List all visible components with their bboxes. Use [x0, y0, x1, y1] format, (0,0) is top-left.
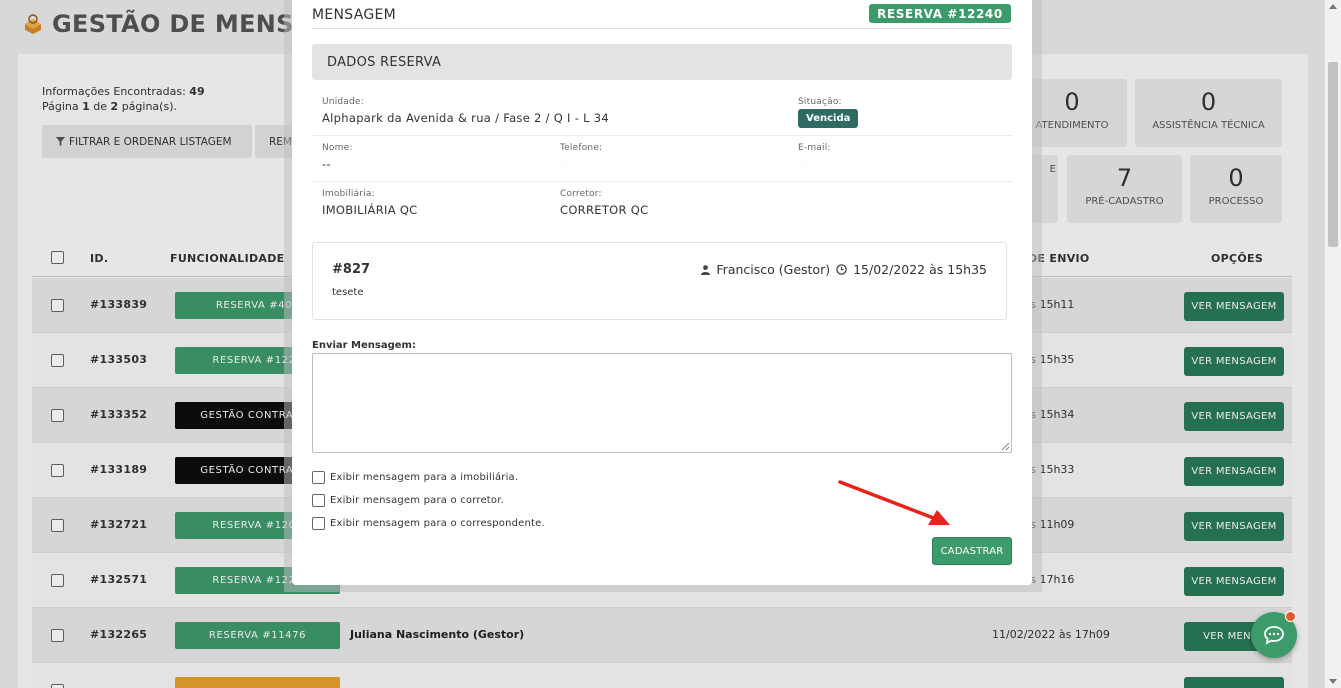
- message-text: tesete: [332, 287, 364, 298]
- checkbox-label: Exibir mensagem para o corretor.: [330, 495, 505, 506]
- unidade-label: Unidade:: [322, 97, 364, 107]
- submit-button[interactable]: CADASTRAR: [932, 537, 1012, 565]
- send-message-textarea[interactable]: [312, 353, 1012, 453]
- checkbox-label: Exibir mensagem para o correspondente.: [330, 518, 545, 529]
- resize-grip-icon[interactable]: [1000, 441, 1010, 451]
- send-message-label: Enviar Mensagem:: [312, 340, 416, 351]
- checkbox-label: Exibir mensagem para a imobiliária.: [330, 472, 519, 483]
- unidade-value: Alphapark da Avenida & rua / Fase 2 / Q …: [322, 111, 610, 125]
- message-card: #827 Francisco (Gestor) 15/02/2022 às 15…: [312, 242, 1007, 320]
- checkbox-correspondente[interactable]: Exibir mensagem para o correspondente.: [312, 517, 545, 530]
- nome-value: --: [322, 157, 331, 171]
- message-author: Francisco (Gestor): [716, 262, 831, 277]
- annotation-arrow-icon: [838, 480, 950, 525]
- reserva-badge[interactable]: RESERVA #12240: [869, 4, 1011, 23]
- section-dados-reserva: DADOS RESERVA: [312, 44, 1012, 80]
- checkbox-box[interactable]: [312, 471, 325, 484]
- message-meta: Francisco (Gestor) 15/02/2022 às 15h35: [701, 262, 987, 277]
- message-datetime: 15/02/2022 às 15h35: [853, 262, 987, 277]
- imobiliaria-label: Imobiliária:: [322, 189, 375, 199]
- corretor-label: Corretor:: [560, 189, 602, 199]
- checkbox-corretor[interactable]: Exibir mensagem para o corretor.: [312, 494, 504, 507]
- nome-label: Nome:: [322, 143, 353, 153]
- page-scrollbar[interactable]: [1324, 0, 1341, 688]
- checkbox-imobiliaria[interactable]: Exibir mensagem para a imobiliária.: [312, 471, 518, 484]
- checkbox-box[interactable]: [312, 517, 325, 530]
- modal-title-divider: [312, 28, 1012, 29]
- status-badge: Vencida: [798, 109, 859, 128]
- clock-icon: [836, 264, 847, 275]
- scroll-down-icon[interactable]: [1329, 679, 1337, 684]
- message-id: #827: [332, 262, 371, 277]
- telefone-value: --: [560, 157, 569, 171]
- field-divider: [312, 135, 1012, 136]
- user-icon: [701, 264, 711, 275]
- modal-title: MENSAGEM: [312, 7, 397, 23]
- imobiliaria-value: IMOBILIÁRIA QC: [322, 203, 418, 217]
- notification-dot: [1285, 611, 1296, 622]
- corretor-value: CORRETOR QC: [560, 203, 649, 217]
- checkbox-box[interactable]: [312, 494, 325, 507]
- situacao-label: Situação:: [798, 97, 842, 107]
- section-title: DADOS RESERVA: [327, 54, 442, 70]
- email-value: --: [798, 157, 807, 171]
- email-label: E-mail:: [798, 143, 831, 153]
- field-divider: [312, 181, 1012, 182]
- scroll-thumb[interactable]: [1328, 62, 1338, 247]
- chat-icon: [1264, 626, 1284, 645]
- scroll-up-icon[interactable]: [1329, 4, 1337, 9]
- telefone-label: Telefone:: [560, 143, 603, 153]
